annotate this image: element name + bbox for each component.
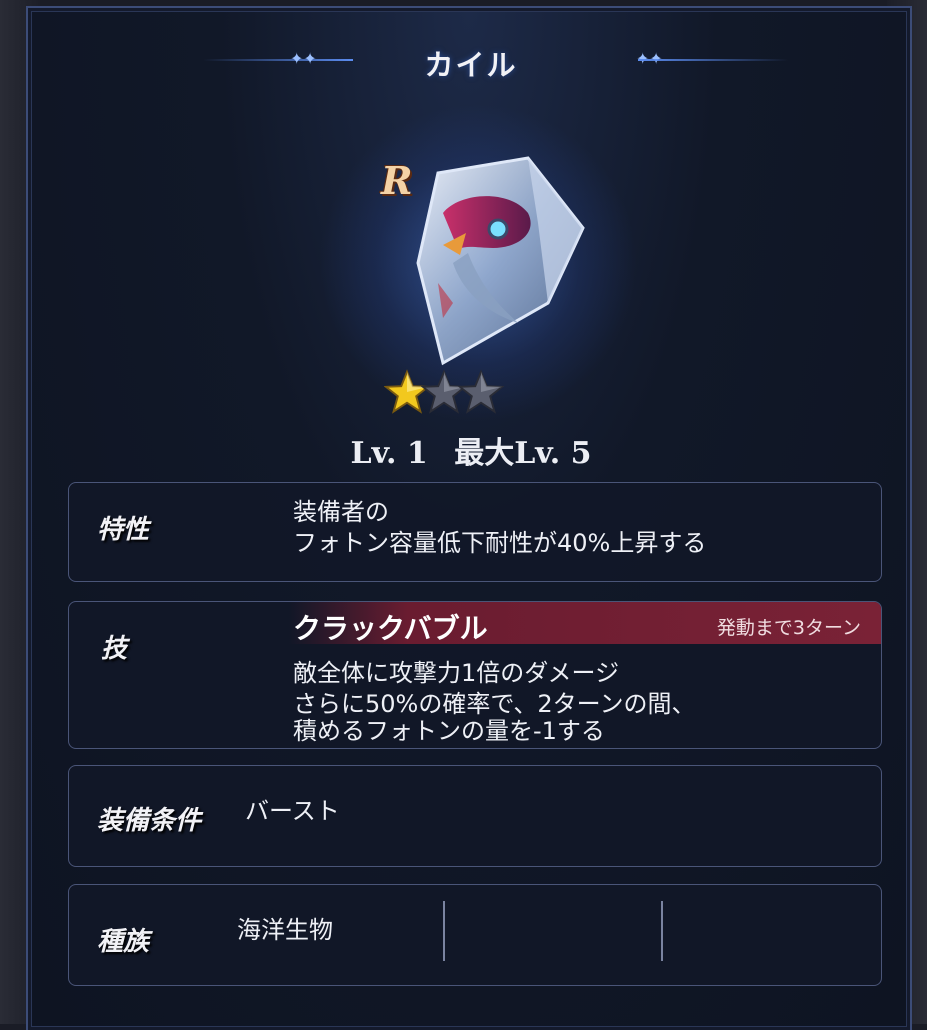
max-level: 最大Lv. 5	[454, 436, 592, 471]
skill-line-3: 積めるフォトンの量を-1する	[293, 717, 605, 745]
level-display: Lv. 1 最大Lv. 5	[28, 428, 914, 472]
title-row: ✦✦ カイル ✦✦	[28, 30, 914, 90]
skill-box: 発動まで3ターン クラックバブル 技 敵全体に攻撃力1倍のダメージ さらに50%…	[68, 601, 882, 749]
current-level: Lv. 1	[350, 436, 428, 471]
skill-label: 技	[101, 634, 128, 664]
trait-box: 特性 装備者の フォトン容量低下耐性が40%上昇する	[68, 482, 882, 582]
race-divider	[661, 901, 663, 961]
title-deco-right	[638, 59, 788, 61]
skill-name: クラックバブル	[293, 612, 488, 645]
item-detail-panel: ✦✦ カイル ✦✦ R	[26, 6, 912, 1030]
item-title: カイル	[424, 48, 518, 82]
race-label: 種族	[97, 927, 150, 957]
trait-line-1: 装備者の	[293, 498, 389, 526]
race-divider	[443, 901, 445, 961]
equip-condition-box: 装備条件 バースト	[68, 765, 882, 867]
skill-line-1: 敵全体に攻撃力1倍のダメージ	[293, 659, 620, 687]
trait-line-2: フォトン容量低下耐性が40%上昇する	[293, 529, 707, 557]
race-box: 種族 海洋生物	[68, 884, 882, 986]
equip-condition-value: バースト	[245, 797, 340, 825]
rarity-badge: R	[381, 158, 413, 203]
equip-condition-label: 装備条件	[97, 806, 202, 836]
skill-cooldown: 発動まで3ターン	[716, 617, 861, 639]
shield-icon	[416, 156, 585, 366]
trait-label: 特性	[97, 515, 150, 545]
star-empty-icon	[458, 369, 504, 414]
race-value: 海洋生物	[237, 916, 333, 944]
